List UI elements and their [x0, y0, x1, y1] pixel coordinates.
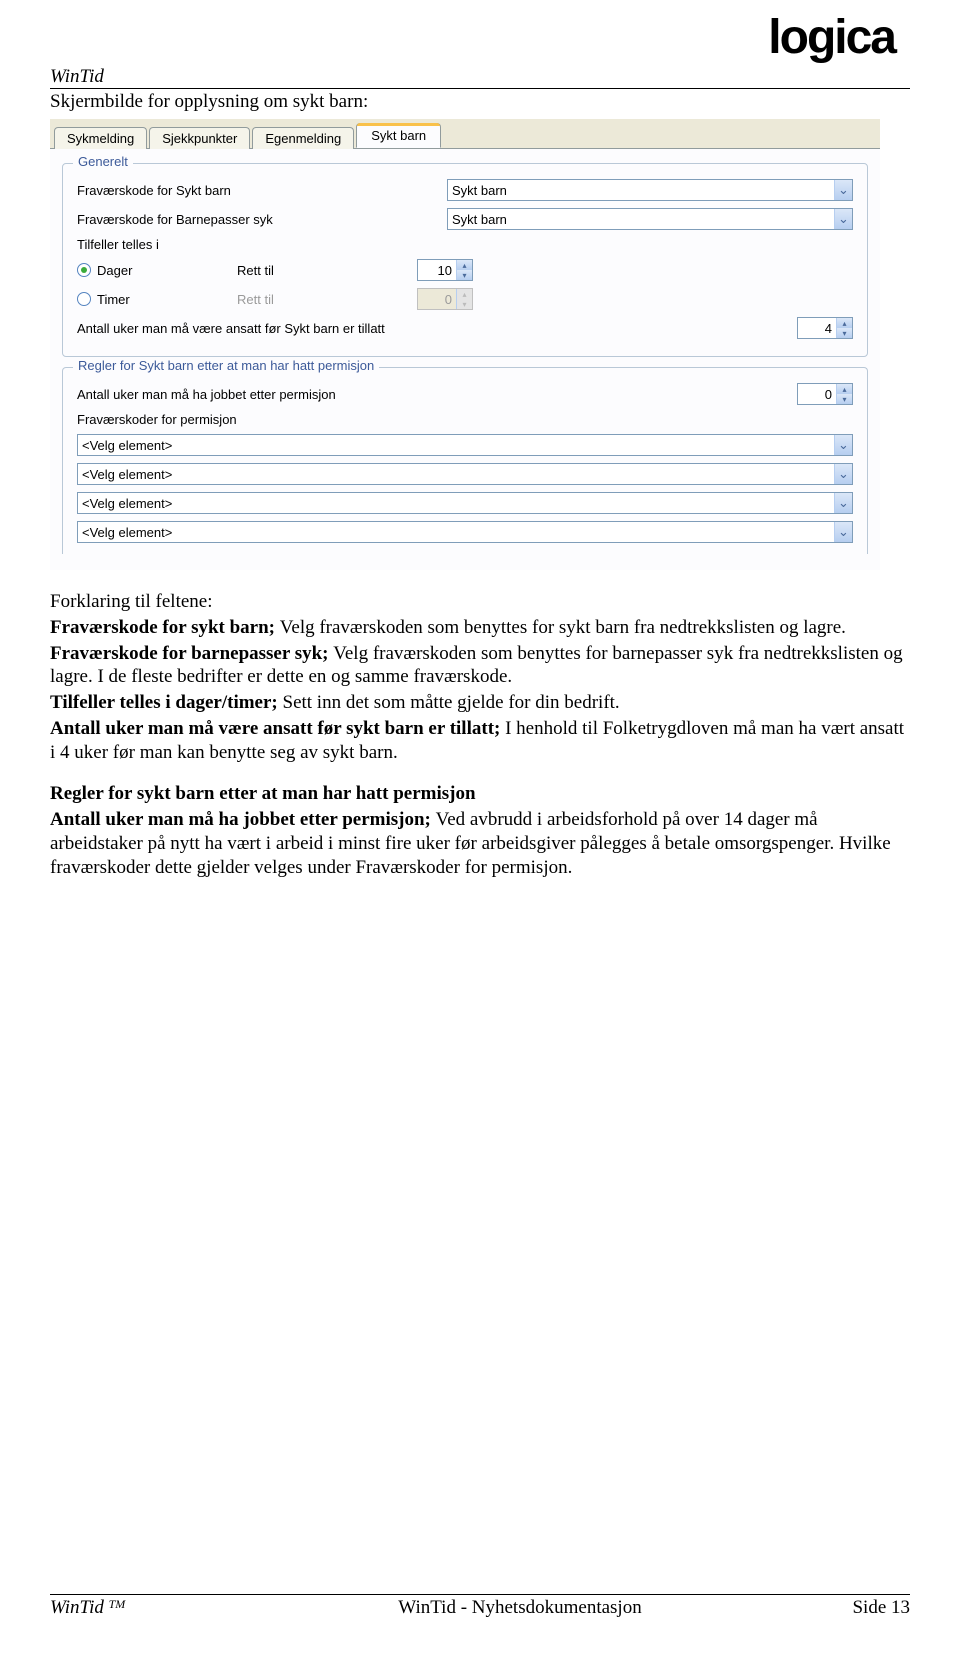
spin-up-icon: ▴ [457, 289, 472, 299]
chevron-down-icon[interactable]: ⌄ [834, 493, 852, 513]
label-weeks-after: Antall uker man må ha jobbet etter permi… [77, 387, 797, 402]
explanation-text: Forklaring til feltene: Fraværskode for … [50, 590, 910, 879]
combo-value: <Velg element> [78, 496, 834, 511]
p2-lead: Fraværskode for barnepasser syk; [50, 643, 333, 664]
combo-value: Sykt barn [448, 212, 834, 227]
footer-app: WinTid [50, 1597, 109, 1618]
label-perm-codes: Fraværskoder for permisjon [77, 412, 237, 427]
section2-title: Regler for sykt barn etter at man har ha… [50, 782, 910, 806]
combo-perm-code-2[interactable]: <Velg element>⌄ [77, 463, 853, 485]
label-count-in: Tilfeller telles i [77, 237, 159, 252]
label-right-to-days: Rett til [237, 263, 417, 278]
combo-value: <Velg element> [78, 438, 834, 453]
p5-lead: Antall uker man må ha jobbet etter permi… [50, 809, 436, 830]
combo-perm-code-4[interactable]: <Velg element>⌄ [77, 521, 853, 543]
spin-up-icon[interactable]: ▴ [457, 260, 472, 270]
chevron-down-icon[interactable]: ⌄ [834, 464, 852, 484]
spinner-weeks-after-value: 0 [798, 387, 836, 402]
label-right-to-hours: Rett til [237, 292, 417, 307]
figure-caption: Skjermbilde for opplysning om sykt barn: [50, 91, 910, 113]
spinner-weeks-after[interactable]: 0 ▴▾ [797, 383, 853, 405]
spinner-weeks-before[interactable]: 4 ▴▾ [797, 317, 853, 339]
tab-egenmelding[interactable]: Egenmelding [252, 127, 354, 149]
tab-sykt-barn[interactable]: Sykt barn [356, 123, 441, 148]
combo-perm-code-3[interactable]: <Velg element>⌄ [77, 492, 853, 514]
spinner-days-value: 10 [418, 263, 456, 278]
spin-down-icon[interactable]: ▾ [457, 270, 472, 280]
group-title-permisjon: Regler for Sykt barn etter at man har ha… [73, 358, 379, 373]
chevron-down-icon[interactable]: ⌄ [834, 522, 852, 542]
spin-down-icon: ▾ [457, 299, 472, 309]
settings-panel: Sykmelding Sjekkpunkter Egenmelding Sykt… [50, 119, 880, 570]
combo-code-sitter[interactable]: Sykt barn ⌄ [447, 208, 853, 230]
combo-value: Sykt barn [448, 183, 834, 198]
spin-down-icon[interactable]: ▾ [837, 394, 852, 404]
chevron-down-icon[interactable]: ⌄ [834, 435, 852, 455]
group-generelt: Generelt Fraværskode for Sykt barn Sykt … [62, 163, 868, 357]
combo-value: <Velg element> [78, 467, 834, 482]
page-footer: WinTid TM WinTid - Nyhetsdokumentasjon S… [50, 1594, 910, 1619]
p3-lead: Tilfeller telles i dager/timer; [50, 692, 283, 713]
group-permisjon: Regler for Sykt barn etter at man har ha… [62, 367, 868, 554]
tab-bar: Sykmelding Sjekkpunkter Egenmelding Sykt… [50, 119, 880, 148]
label-weeks-before: Antall uker man må være ansatt før Sykt … [77, 321, 797, 336]
p4-lead: Antall uker man må være ansatt før sykt … [50, 718, 505, 739]
p3-rest: Sett inn det som måtte gjelde for din be… [283, 692, 620, 713]
footer-tm: TM [109, 1597, 126, 1611]
p1-rest: Velg fraværskoden som benyttes for sykt … [280, 617, 846, 638]
tab-sjekkpunkter[interactable]: Sjekkpunkter [149, 127, 250, 149]
spinner-hours: 0 ▴▾ [417, 288, 473, 310]
combo-perm-code-1[interactable]: <Velg element>⌄ [77, 434, 853, 456]
radio-days-label: Dager [97, 263, 132, 278]
tab-sykmelding[interactable]: Sykmelding [54, 127, 147, 149]
chevron-down-icon[interactable]: ⌄ [834, 209, 852, 229]
p1-lead: Fraværskode for sykt barn; [50, 617, 280, 638]
combo-code-sick-child[interactable]: Sykt barn ⌄ [447, 179, 853, 201]
explain-title: Forklaring til feltene: [50, 590, 910, 614]
combo-value: <Velg element> [78, 525, 834, 540]
radio-days[interactable] [77, 263, 91, 277]
spinner-days[interactable]: 10 ▴▾ [417, 259, 473, 281]
radio-hours-label: Timer [97, 292, 130, 307]
spinner-hours-value: 0 [418, 292, 456, 307]
label-code-sick-child: Fraværskode for Sykt barn [77, 183, 447, 198]
spin-up-icon[interactable]: ▴ [837, 384, 852, 394]
spin-up-icon[interactable]: ▴ [837, 318, 852, 328]
group-title-generelt: Generelt [73, 154, 133, 169]
label-code-sitter: Fraværskode for Barnepasser syk [77, 212, 447, 227]
footer-doc-title: WinTid - Nyhetsdokumentasjon [250, 1597, 790, 1619]
radio-hours[interactable] [77, 292, 91, 306]
brand-logo: logica [768, 10, 895, 65]
footer-page-number: Side 13 [790, 1597, 910, 1619]
chevron-down-icon[interactable]: ⌄ [834, 180, 852, 200]
spinner-weeks-before-value: 4 [798, 321, 836, 336]
spin-down-icon[interactable]: ▾ [837, 328, 852, 338]
